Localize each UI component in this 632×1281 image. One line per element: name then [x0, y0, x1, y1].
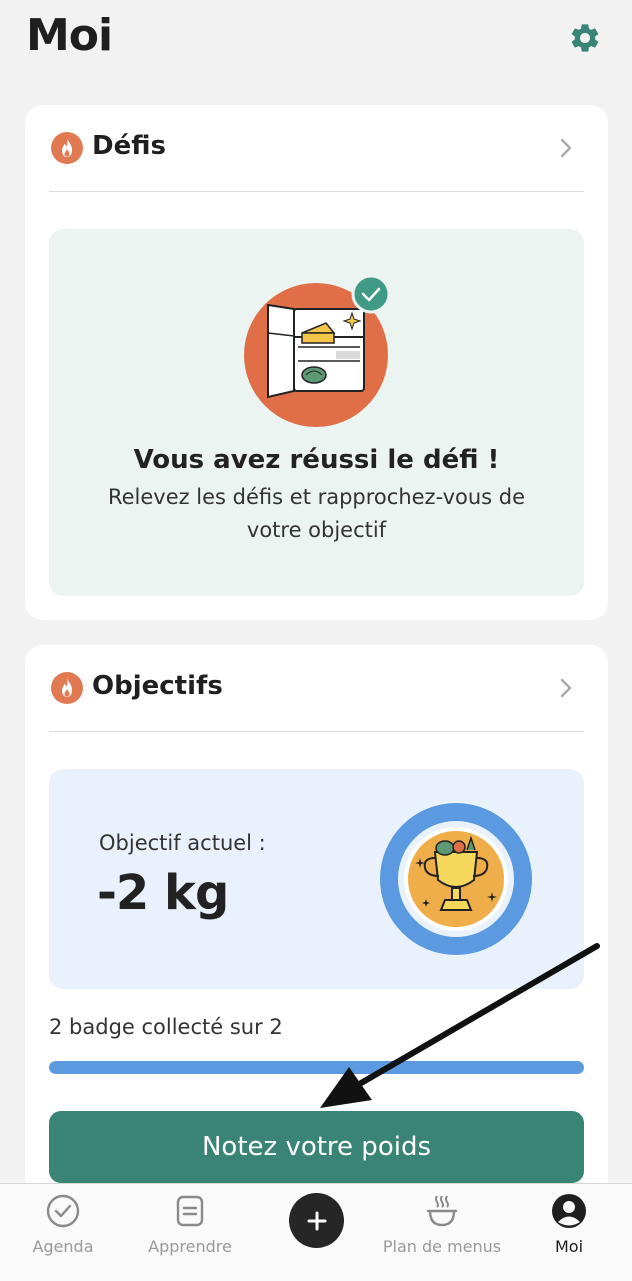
nav-label: Apprendre [148, 1237, 232, 1256]
add-button[interactable] [289, 1193, 344, 1248]
fridge-illustration [244, 275, 391, 427]
document-icon [176, 1195, 204, 1227]
flame-icon [51, 672, 83, 704]
chevron-right-icon [560, 138, 572, 158]
settings-button[interactable] [566, 19, 604, 57]
challenges-card: Défis Vous avez réussi le défi ! Relevez… [25, 105, 608, 620]
current-goal-panel: Objectif actuel : -2 kg [49, 769, 584, 989]
challenge-success-subtitle: Relevez les défis et rapprochez-vous de … [107, 485, 526, 542]
divider [49, 191, 584, 192]
goals-header[interactable]: Objectifs [25, 645, 608, 731]
plus-icon [307, 1211, 326, 1230]
flame-icon [51, 132, 83, 164]
challenge-success-banner: Vous avez réussi le défi ! Relevez les d… [49, 229, 584, 596]
bottom-navigation: Agenda Apprendre Plan de menus Moi [0, 1183, 632, 1281]
nav-agenda[interactable]: Agenda [0, 1184, 126, 1281]
profile-icon [552, 1194, 586, 1228]
page-title: Moi [26, 10, 113, 61]
badges-progress-fill [49, 1061, 584, 1074]
nav-label: Agenda [32, 1237, 94, 1256]
nav-meal-plan[interactable]: Plan de menus [379, 1184, 505, 1281]
challenges-header[interactable]: Défis [25, 105, 608, 191]
challenges-title: Défis [92, 131, 166, 161]
gear-icon [571, 24, 599, 52]
goals-card: Objectifs Objectif actuel : -2 kg 2 badg… [25, 645, 608, 1245]
nav-learn[interactable]: Apprendre [127, 1184, 253, 1281]
goals-title: Objectifs [92, 671, 223, 701]
badges-collected-text: 2 badge collecté sur 2 [49, 1015, 283, 1039]
current-goal-value: -2 kg [97, 865, 229, 921]
log-weight-button[interactable]: Notez votre poids [49, 1111, 584, 1183]
bowl-icon [426, 1195, 458, 1227]
nav-label: Plan de menus [382, 1237, 502, 1256]
challenge-success-title: Vous avez réussi le défi ! [133, 445, 500, 475]
badges-progress-bar [49, 1061, 584, 1074]
check-circle-icon [46, 1194, 80, 1228]
current-goal-label: Objectif actuel : [99, 831, 266, 855]
divider [49, 731, 584, 732]
nav-me[interactable]: Moi [506, 1184, 632, 1281]
chevron-right-icon [560, 678, 572, 698]
trophy-badge-icon [380, 803, 532, 955]
nav-label: Moi [554, 1237, 584, 1256]
